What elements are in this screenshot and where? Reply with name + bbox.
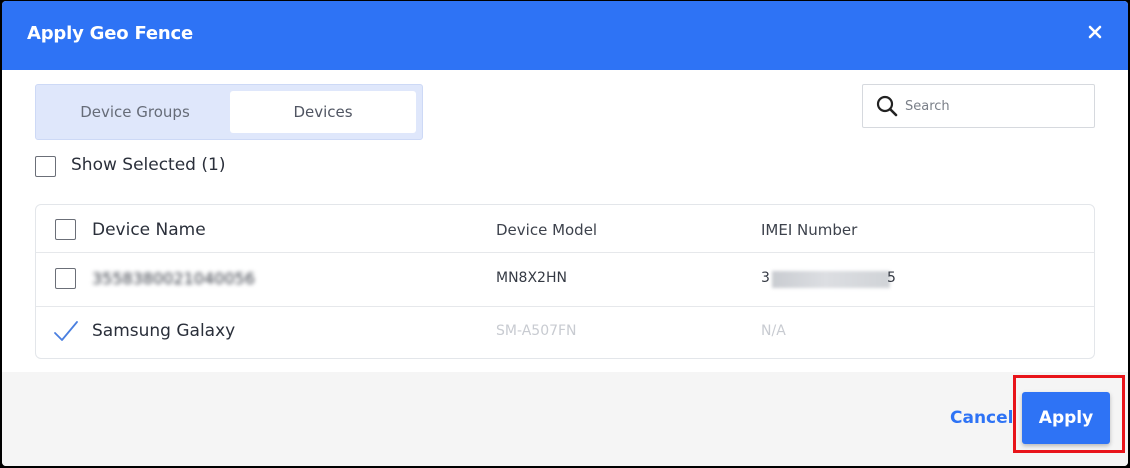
- table-row[interactable]: 3558380021040056 MN8X2HN 3 5: [36, 253, 1094, 307]
- close-button[interactable]: [1084, 21, 1106, 43]
- apply-button[interactable]: Apply: [1022, 392, 1110, 444]
- device-name-cell: 3558380021040056: [92, 269, 255, 288]
- apply-geo-fence-dialog: Apply Geo Fence Device Groups Devices Sh…: [2, 1, 1128, 466]
- search-box: [862, 84, 1095, 128]
- table-row[interactable]: Samsung Galaxy SM-A507FN N/A: [36, 307, 1094, 359]
- show-selected-checkbox[interactable]: [35, 156, 56, 177]
- show-selected-label: Show Selected (1): [71, 155, 226, 175]
- tab-device-groups[interactable]: Device Groups: [42, 91, 228, 133]
- tab-devices[interactable]: Devices: [230, 91, 416, 133]
- select-all-checkbox[interactable]: [55, 219, 76, 240]
- checkmark-icon[interactable]: [52, 319, 80, 343]
- dialog-header: Apply Geo Fence: [2, 1, 1128, 70]
- dialog-title: Apply Geo Fence: [27, 23, 193, 44]
- column-header-imei-number: IMEI Number: [761, 221, 858, 239]
- imei-redaction: [772, 271, 890, 288]
- dialog-footer: Cancel Apply: [2, 372, 1128, 466]
- imei-prefix: 3: [761, 270, 770, 286]
- imei-cell: N/A: [761, 323, 786, 339]
- device-model-cell: SM-A507FN: [496, 323, 577, 339]
- table-header-row: Device Name Device Model IMEI Number: [36, 205, 1094, 253]
- imei-cell: 3 5: [761, 270, 901, 288]
- search-icon: [876, 95, 898, 117]
- cancel-button[interactable]: Cancel: [950, 408, 1013, 428]
- devices-table: Device Name Device Model IMEI Number 355…: [35, 204, 1095, 359]
- close-icon: [1088, 25, 1102, 39]
- search-input[interactable]: [905, 93, 1085, 119]
- device-model-cell: MN8X2HN: [496, 270, 567, 286]
- column-header-device-name: Device Name: [92, 220, 206, 240]
- row-checkbox[interactable]: [55, 268, 76, 289]
- device-name-cell: Samsung Galaxy: [92, 321, 236, 341]
- column-header-device-model: Device Model: [496, 221, 598, 239]
- imei-suffix: 5: [887, 270, 896, 286]
- device-tabs: Device Groups Devices: [35, 84, 423, 140]
